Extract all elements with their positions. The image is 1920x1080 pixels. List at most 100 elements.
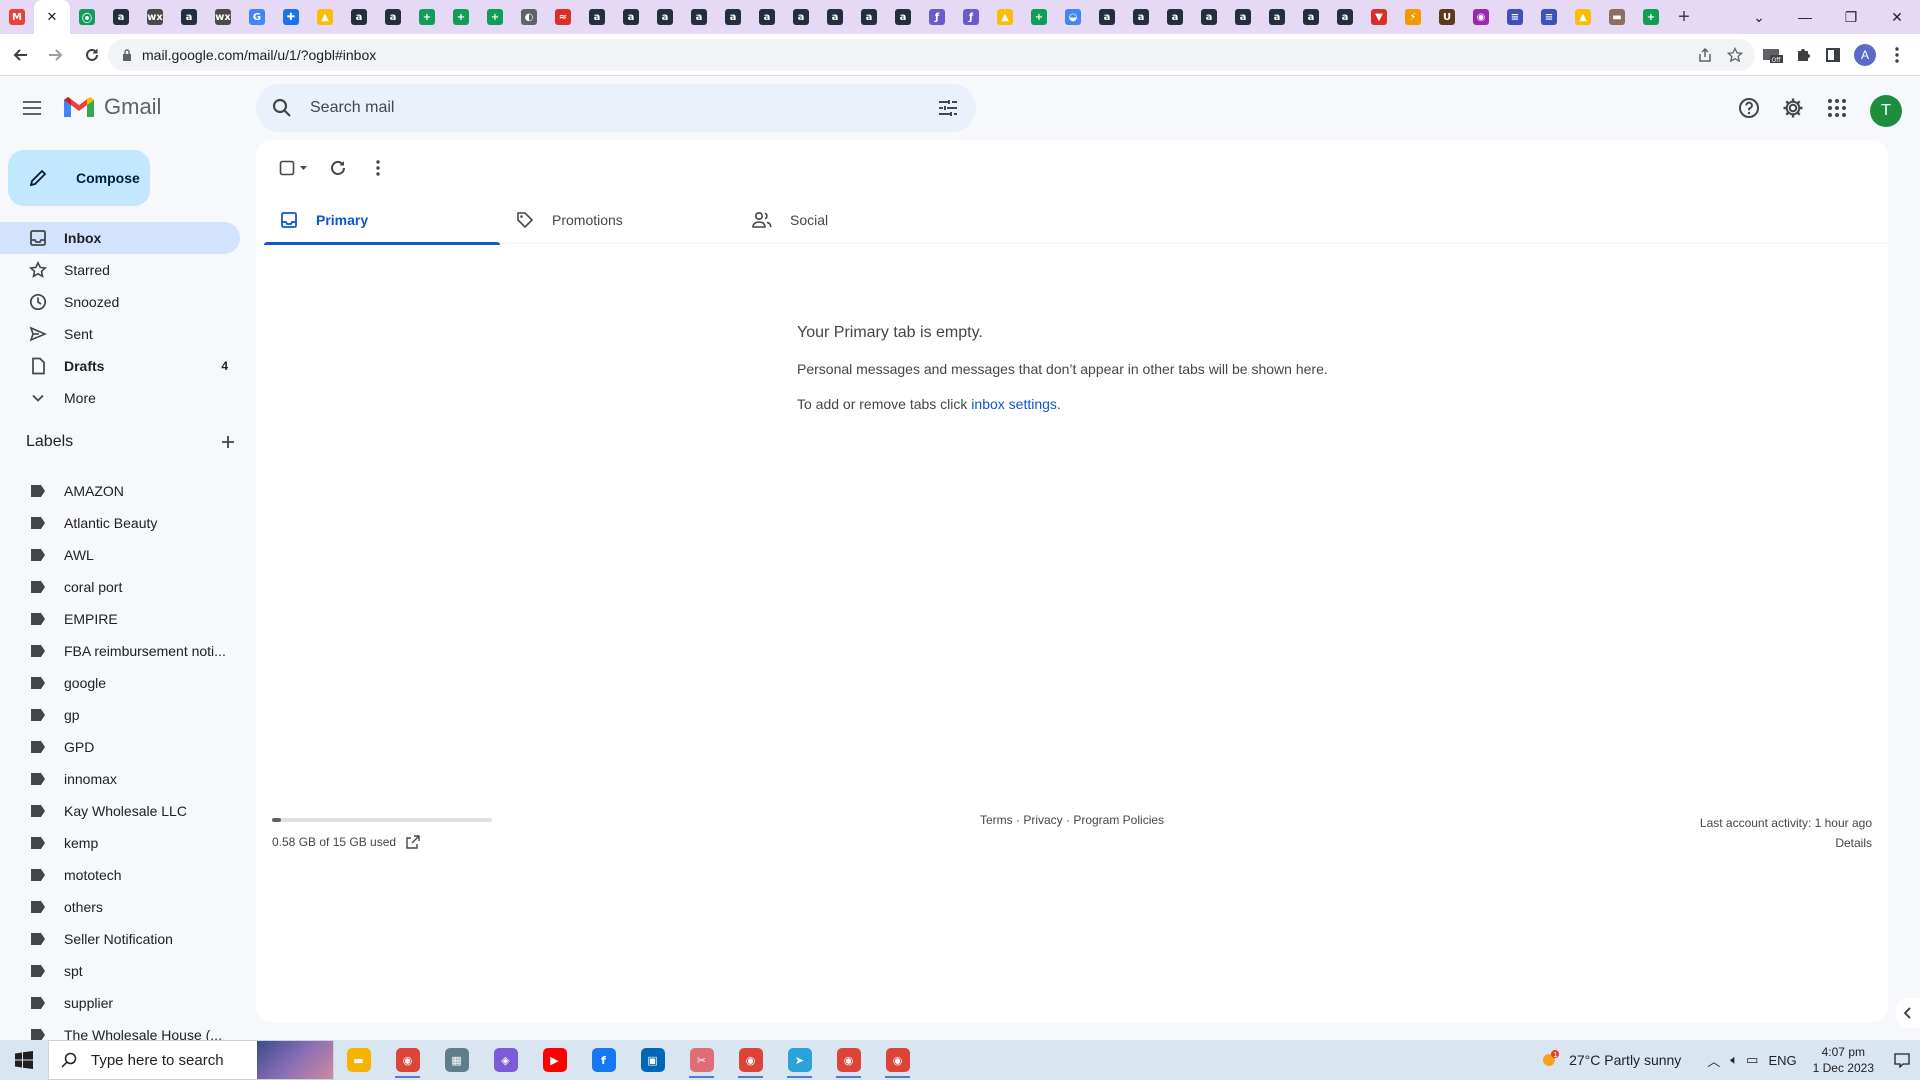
chrome-profile-a-app[interactable]: ◉ — [824, 1040, 873, 1080]
label-item[interactable]: spt — [0, 955, 240, 987]
wix-tab[interactable]: wx — [138, 0, 172, 34]
wix-tab[interactable]: wx — [206, 0, 240, 34]
amazon-tab[interactable]: a — [750, 0, 784, 34]
youtube-app[interactable]: ▶ — [530, 1040, 579, 1080]
amazon-tab[interactable]: a — [376, 0, 410, 34]
nav-more[interactable]: More — [0, 382, 240, 414]
details-link[interactable]: Details — [1700, 833, 1872, 853]
clock[interactable]: 4:07 pm 1 Dec 2023 — [1813, 1044, 1874, 1076]
amazon-tab[interactable]: a — [784, 0, 818, 34]
label-item[interactable]: FBA reimbursement noti... — [0, 635, 240, 667]
add-label-icon[interactable] — [220, 434, 236, 450]
amazon-tab[interactable]: a — [580, 0, 614, 34]
label-item[interactable]: EMPIRE — [0, 603, 240, 635]
misc-tab[interactable]: ▼ — [1362, 0, 1396, 34]
amazon-tab[interactable]: a — [1226, 0, 1260, 34]
inbox-settings-link[interactable]: inbox settings — [971, 396, 1057, 412]
chrome-profile-avatar[interactable]: A — [1852, 42, 1878, 68]
globe-tab[interactable]: ◐ — [512, 0, 546, 34]
more-options-button[interactable] — [358, 148, 398, 188]
amazon-tab[interactable]: a — [648, 0, 682, 34]
drive-tab[interactable]: ▲ — [308, 0, 342, 34]
amazon-tab[interactable]: a — [1260, 0, 1294, 34]
back-button[interactable] — [4, 39, 36, 71]
label-item[interactable]: google — [0, 667, 240, 699]
search-icon[interactable] — [270, 96, 294, 120]
new-tab-button[interactable]: + — [1668, 0, 1700, 34]
refresh-button[interactable] — [318, 148, 358, 188]
tray-overflow-icon[interactable]: ︿ — [1707, 1051, 1720, 1070]
chrome-profile-c-app[interactable]: ◉ — [873, 1040, 922, 1080]
sheets-tab[interactable]: + — [1634, 0, 1668, 34]
label-item[interactable]: AMAZON — [0, 475, 240, 507]
share-icon[interactable] — [1697, 47, 1713, 63]
copilot-app[interactable]: ◈ — [481, 1040, 530, 1080]
side-panel-toggle[interactable] — [1896, 998, 1920, 1028]
open-in-new-icon[interactable] — [406, 835, 420, 849]
chrome-menu-icon[interactable] — [1884, 42, 1910, 68]
footer-links[interactable]: Terms · Privacy · Program Policies — [980, 813, 1164, 827]
label-item[interactable]: mototech — [0, 859, 240, 891]
support-button[interactable] — [1733, 92, 1765, 124]
calculator-app[interactable]: ▦ — [432, 1040, 481, 1080]
file-explorer-app[interactable]: ▬ — [334, 1040, 383, 1080]
amazon-tab[interactable]: a — [104, 0, 138, 34]
label-item[interactable]: Atlantic Beauty — [0, 507, 240, 539]
amazon-tab[interactable]: a — [614, 0, 648, 34]
compose-button[interactable]: Compose — [8, 150, 150, 206]
bookmark-star-icon[interactable] — [1727, 47, 1743, 63]
amazon-tab[interactable]: a — [172, 0, 206, 34]
start-button[interactable] — [0, 1040, 48, 1080]
select-all-checkbox[interactable] — [270, 148, 318, 188]
search-options-icon[interactable] — [936, 96, 960, 120]
label-item[interactable]: AWL — [0, 539, 240, 571]
close-window-button[interactable]: ✕ — [1874, 0, 1920, 34]
weather-widget[interactable]: 1 27°C Partly sunny — [1539, 1049, 1681, 1071]
active-tab[interactable]: ✕ — [34, 0, 70, 34]
notifications-button[interactable] — [1884, 1052, 1920, 1068]
address-bar[interactable]: mail.google.com/mail/u/1/?ogbl#inbox — [108, 39, 1755, 71]
amazon-tab[interactable]: a — [342, 0, 376, 34]
nav-inbox[interactable]: Inbox — [0, 222, 240, 254]
google-tab[interactable]: G — [240, 0, 274, 34]
misc-tab[interactable]: ◉ — [1464, 0, 1498, 34]
search-input[interactable] — [310, 99, 910, 117]
speaker-icon[interactable]: 🔈︎ — [1730, 1052, 1738, 1068]
network-icon[interactable]: ▭ — [1746, 1052, 1758, 1068]
gmail-tab[interactable]: M — [0, 0, 34, 34]
label-item[interactable]: gp — [0, 699, 240, 731]
nav-sent[interactable]: Sent — [0, 318, 240, 350]
restore-button[interactable]: ❐ — [1828, 0, 1874, 34]
main-menu-button[interactable] — [20, 96, 52, 120]
tab-primary[interactable]: Primary — [264, 196, 500, 245]
label-item[interactable]: GPD — [0, 731, 240, 763]
puzzle-icon[interactable] — [1790, 42, 1816, 68]
amazon-tab[interactable]: a — [818, 0, 852, 34]
amazon-tab[interactable]: a — [1090, 0, 1124, 34]
account-avatar[interactable]: T — [1870, 95, 1902, 127]
sheets-tab[interactable]: + — [444, 0, 478, 34]
side-panel-icon[interactable] — [1820, 42, 1846, 68]
telegram-app[interactable]: ➤ — [775, 1040, 824, 1080]
sheets-tab[interactable]: + — [1022, 0, 1056, 34]
forward-button[interactable] — [40, 39, 72, 71]
nav-drafts[interactable]: Drafts 4 — [0, 350, 240, 382]
chrome-profile-app[interactable]: ◉ — [726, 1040, 775, 1080]
tab-search-icon[interactable]: ⌄ — [1736, 0, 1782, 34]
chrome-app[interactable]: ◉ — [383, 1040, 432, 1080]
amazon-tab[interactable]: a — [886, 0, 920, 34]
misc-tab[interactable]: ◒ — [1056, 0, 1090, 34]
nav-starred[interactable]: Starred — [0, 254, 240, 286]
forms-tab[interactable]: ≡ — [1498, 0, 1532, 34]
green-tab[interactable]: ⦿ — [70, 0, 104, 34]
label-item[interactable]: supplier — [0, 987, 240, 1019]
drive-tab[interactable]: ▲ — [988, 0, 1022, 34]
minimize-button[interactable]: — — [1782, 0, 1828, 34]
extension-off-icon[interactable]: Off — [1760, 42, 1786, 68]
label-item[interactable]: Seller Notification — [0, 923, 240, 955]
amazon-tab[interactable]: a — [1124, 0, 1158, 34]
apps-button[interactable] — [1821, 92, 1853, 124]
taskbar-search[interactable]: Type here to search — [48, 1040, 334, 1080]
language-indicator[interactable]: ENG — [1768, 1053, 1796, 1068]
amazon-tab[interactable]: a — [682, 0, 716, 34]
